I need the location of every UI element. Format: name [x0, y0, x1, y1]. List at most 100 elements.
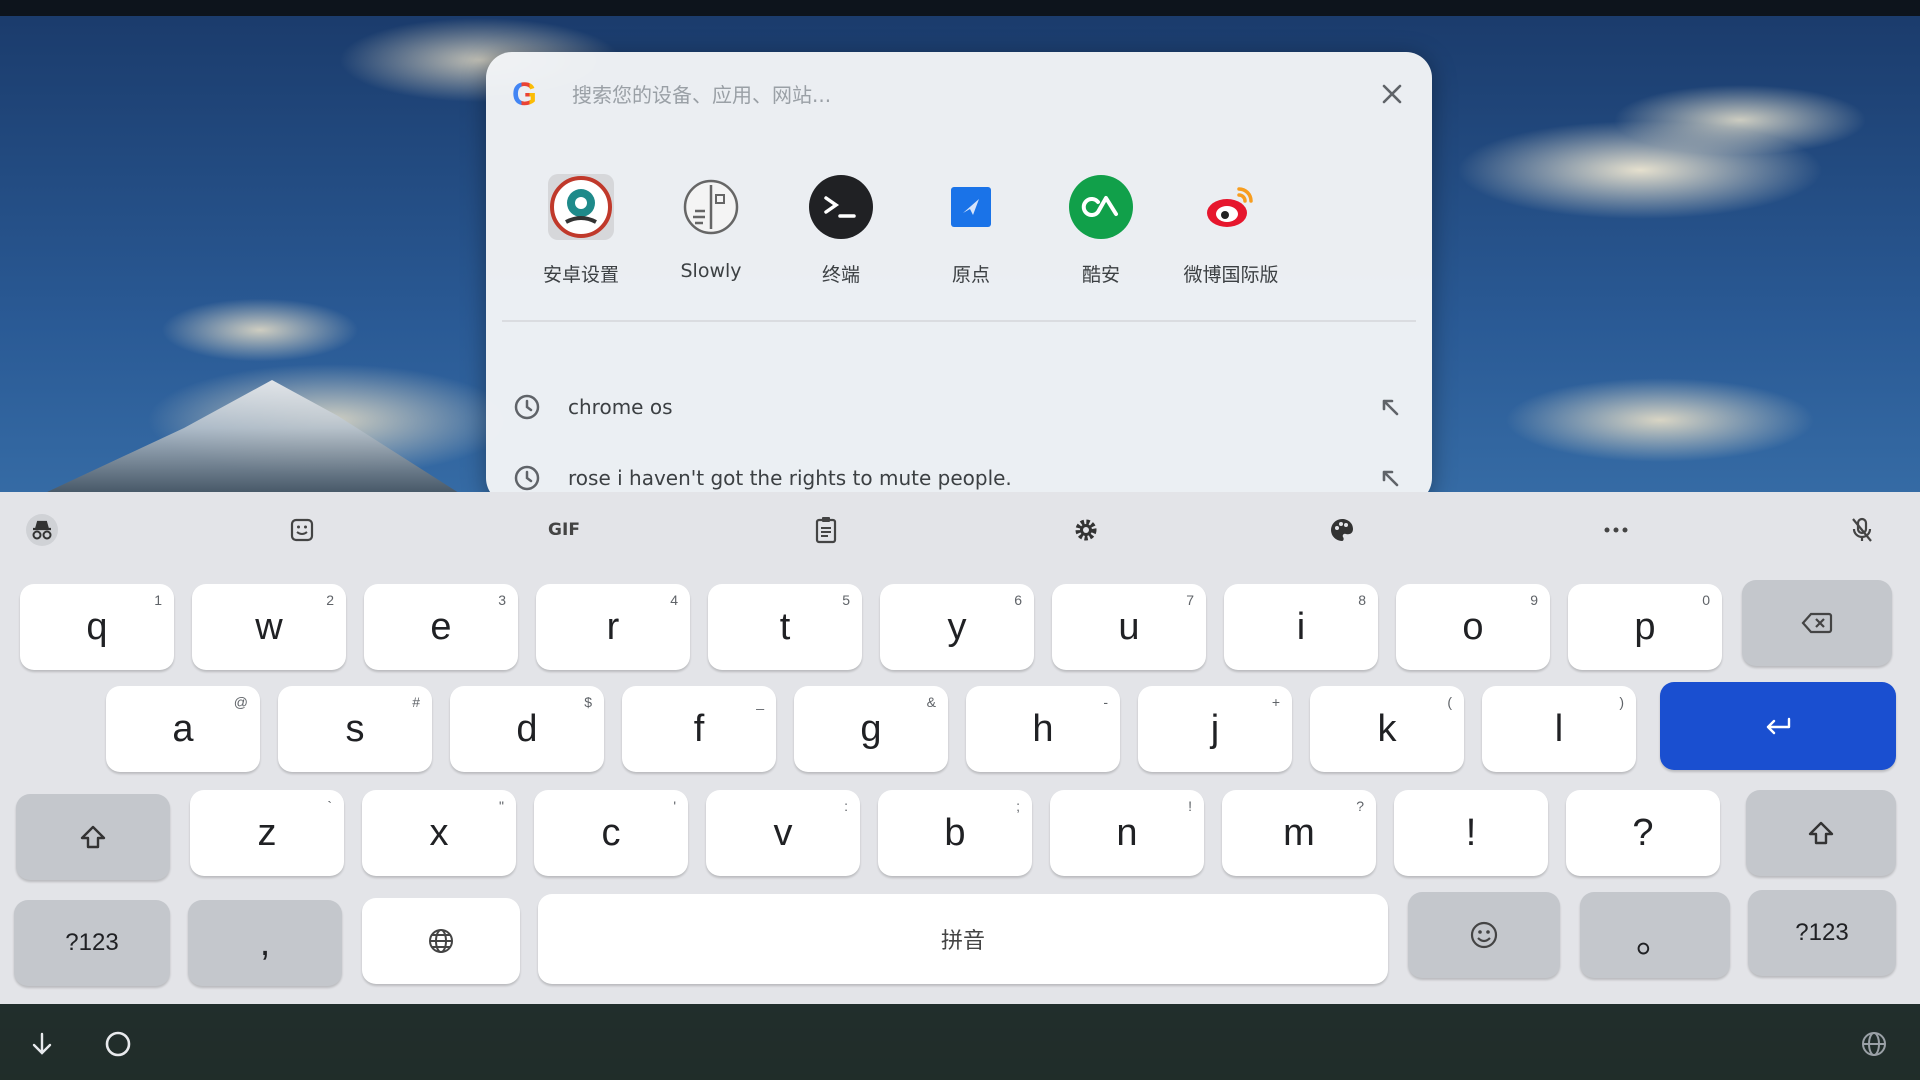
key-hint: (	[1447, 694, 1452, 710]
key-t[interactable]: t5	[708, 584, 862, 670]
emoji-key[interactable]	[1408, 892, 1560, 978]
key-j[interactable]: j +	[1138, 686, 1292, 772]
key-m[interactable]: m?	[1222, 790, 1376, 876]
palette-icon	[1331, 519, 1353, 541]
suggestion-item[interactable]: chrome os	[486, 372, 1432, 442]
key-o[interactable]: o9	[1396, 584, 1550, 670]
app-terminal[interactable]: 终端	[776, 162, 906, 332]
key-l[interactable]: l)	[1482, 686, 1636, 772]
key-label: x	[429, 811, 449, 854]
app-label: Slowly	[680, 260, 742, 282]
status-area-button[interactable]	[1852, 1022, 1896, 1066]
key-label: f	[693, 707, 705, 750]
symbols-key-left[interactable]: ?123	[14, 900, 170, 986]
key-p[interactable]: p0	[1568, 584, 1722, 670]
key-a[interactable]: a @	[106, 686, 260, 772]
shift-icon	[1808, 821, 1834, 845]
key-hint: 1	[154, 592, 162, 608]
key-hint: 4	[670, 592, 678, 608]
key-f[interactable]: f _	[622, 686, 776, 772]
app-yuandian[interactable]: 原点	[906, 162, 1036, 332]
app-android-settings[interactable]: 安卓设置	[516, 162, 646, 332]
app-weibo[interactable]: 微博国际版	[1166, 162, 1296, 332]
key-label: e	[430, 605, 452, 648]
key-x[interactable]: x "	[362, 790, 516, 876]
voice-input-button[interactable]	[1838, 510, 1886, 550]
key-v[interactable]: v:	[706, 790, 860, 876]
history-icon	[514, 465, 540, 491]
key-exclamation[interactable]: !	[1394, 790, 1548, 876]
key-d[interactable]: d $	[450, 686, 604, 772]
sticker-button[interactable]	[278, 510, 326, 550]
key-e[interactable]: e3	[364, 584, 518, 670]
key-hint: &	[926, 694, 936, 710]
android-settings-icon	[546, 172, 616, 242]
key-c[interactable]: c '	[534, 790, 688, 876]
app-slowly[interactable]: Slowly	[646, 162, 776, 332]
key-w[interactable]: w2	[192, 584, 346, 670]
globe-icon	[429, 929, 453, 953]
key-label: l	[1554, 707, 1564, 750]
clipboard-button[interactable]	[802, 510, 850, 550]
key-hint: ;	[1016, 798, 1020, 814]
search-input[interactable]	[570, 76, 1294, 114]
key-hint: 9	[1530, 592, 1538, 608]
shelf	[0, 1004, 1920, 1080]
key-hint: #	[412, 694, 420, 710]
app-label: 原点	[951, 264, 990, 286]
arrow-up-left-icon[interactable]	[1378, 466, 1402, 490]
hide-keyboard-button[interactable]	[20, 1022, 64, 1066]
key-hint: 0	[1702, 592, 1710, 608]
key-label: b	[944, 811, 966, 854]
key-hint: !	[1188, 798, 1192, 814]
comma-key[interactable]: ,	[188, 900, 342, 986]
gif-button[interactable]: GIF	[540, 510, 588, 550]
backspace-icon	[1801, 612, 1833, 634]
space-key[interactable]: 拼音	[538, 894, 1388, 984]
more-button[interactable]	[1592, 510, 1640, 550]
key-label: d	[516, 707, 538, 750]
app-coolapk[interactable]: 酷安	[1036, 162, 1166, 332]
key-label: u	[1118, 605, 1140, 648]
key-s[interactable]: s #	[278, 686, 432, 772]
key-question[interactable]: ?	[1566, 790, 1720, 876]
incognito-icon	[26, 514, 58, 546]
key-h[interactable]: h-	[966, 686, 1120, 772]
key-i[interactable]: i8	[1224, 584, 1378, 670]
key-r[interactable]: r4	[536, 584, 690, 670]
key-b[interactable]: b;	[878, 790, 1032, 876]
key-n[interactable]: n!	[1050, 790, 1204, 876]
key-hint: 7	[1186, 592, 1194, 608]
key-label: m	[1283, 811, 1315, 854]
key-label: t	[779, 605, 791, 648]
symbols-key-right[interactable]: ?123	[1748, 890, 1896, 976]
launcher-panel: G 安卓设置	[486, 52, 1432, 504]
key-u[interactable]: u7	[1052, 584, 1206, 670]
key-hint: `	[327, 798, 332, 814]
incognito-button[interactable]	[18, 510, 66, 550]
period-key[interactable]: 。	[1580, 892, 1730, 978]
settings-button[interactable]	[1062, 510, 1110, 550]
key-q[interactable]: q1	[20, 584, 174, 670]
backspace-key[interactable]	[1742, 580, 1892, 666]
language-key[interactable]	[362, 898, 520, 984]
key-label: k	[1377, 707, 1397, 750]
theme-button[interactable]	[1318, 510, 1366, 550]
key-label: g	[860, 707, 882, 750]
shift-key-left[interactable]	[16, 794, 170, 880]
enter-key[interactable]	[1660, 682, 1896, 770]
key-hint: 3	[498, 592, 506, 608]
key-g[interactable]: g &	[794, 686, 948, 772]
key-label: a	[172, 707, 194, 750]
key-y[interactable]: y6	[880, 584, 1034, 670]
shift-key-right[interactable]	[1746, 790, 1896, 876]
key-z[interactable]: z `	[190, 790, 344, 876]
enter-icon	[1766, 717, 1791, 735]
home-button[interactable]	[96, 1022, 140, 1066]
mic-off-icon	[1852, 517, 1872, 542]
arrow-up-left-icon[interactable]	[1378, 395, 1402, 419]
close-button[interactable]	[1372, 74, 1412, 114]
key-k[interactable]: k(	[1310, 686, 1464, 772]
key-label: y	[947, 605, 967, 648]
globe-icon	[1862, 1032, 1886, 1056]
